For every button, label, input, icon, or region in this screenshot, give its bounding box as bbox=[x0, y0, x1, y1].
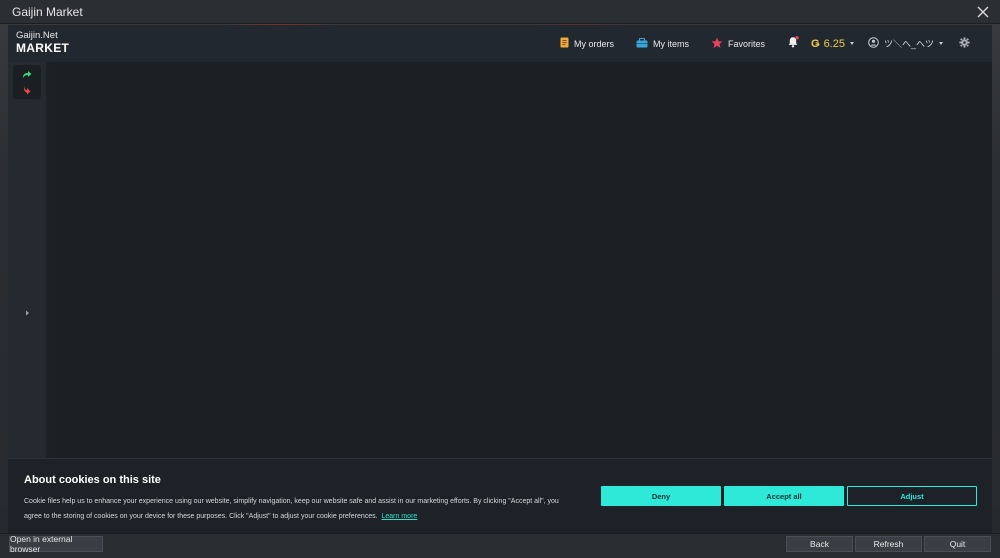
main-content bbox=[56, 62, 992, 462]
star-icon bbox=[711, 37, 728, 51]
market-frame: Gaijin.Net MARKET My orders My items Fav… bbox=[8, 25, 992, 533]
open-external-browser-button[interactable]: Open in external browser bbox=[9, 534, 103, 554]
deny-button[interactable]: Deny bbox=[601, 486, 721, 506]
accept-all-button[interactable]: Accept all bbox=[724, 486, 844, 506]
logo-line1: Gaijin.Net bbox=[16, 30, 58, 41]
arrow-up-icon[interactable] bbox=[22, 70, 32, 79]
chevron-down-icon bbox=[849, 42, 854, 45]
buy-sell-toggle[interactable] bbox=[13, 65, 41, 99]
close-icon[interactable] bbox=[974, 3, 992, 21]
balance-dropdown[interactable]: Ǥ 6.25 bbox=[811, 38, 854, 50]
window-title: Gaijin Market bbox=[12, 4, 83, 19]
logo-line2: MARKET bbox=[16, 40, 70, 55]
user-name: ツ＼へ_へツ bbox=[883, 39, 934, 49]
balance-amount: 6.25 bbox=[823, 37, 845, 50]
gear-icon[interactable] bbox=[959, 35, 970, 53]
bell-icon[interactable] bbox=[787, 35, 799, 53]
market-logo[interactable]: Gaijin.Net MARKET bbox=[16, 31, 69, 54]
adjust-button[interactable]: Adjust bbox=[847, 486, 977, 506]
user-dropdown[interactable]: ツ＼へ_へツ bbox=[868, 37, 943, 50]
currency-symbol: Ǥ bbox=[811, 37, 820, 50]
quit-button[interactable]: Quit bbox=[924, 536, 991, 552]
cookie-text: Cookie files help us to enhance your exp… bbox=[24, 494, 589, 524]
bottom-bar: Open in external browser Back Refresh Qu… bbox=[0, 533, 1000, 558]
cookie-title: About cookies on this site bbox=[24, 474, 161, 486]
nav-my-orders-label: My orders bbox=[573, 38, 614, 49]
learn-more-link[interactable]: Learn more bbox=[382, 513, 418, 520]
arrow-down-icon[interactable] bbox=[22, 85, 32, 95]
nav-favorites-label: Favorites bbox=[727, 38, 765, 49]
nav-my-orders[interactable]: My orders bbox=[560, 37, 614, 50]
header-nav: My orders My items Favorites Ǥ 6.25 ツ＼へ_… bbox=[560, 25, 992, 62]
chevron-down-icon bbox=[939, 42, 943, 45]
user-icon bbox=[868, 37, 884, 50]
nav-my-items[interactable]: My items bbox=[636, 37, 689, 50]
refresh-button[interactable]: Refresh bbox=[855, 536, 922, 552]
nav-favorites[interactable]: Favorites bbox=[711, 37, 765, 51]
items-icon bbox=[636, 37, 653, 50]
orders-icon bbox=[560, 37, 574, 50]
chevron-right-icon[interactable] bbox=[25, 303, 30, 321]
market-header: Gaijin.Net MARKET My orders My items Fav… bbox=[8, 25, 992, 62]
nav-my-items-label: My items bbox=[652, 38, 689, 49]
cookie-text-line2: agree to the storing of cookies on your … bbox=[24, 513, 378, 520]
back-button[interactable]: Back bbox=[786, 536, 853, 552]
title-bar: Gaijin Market bbox=[0, 0, 1000, 24]
cookie-banner: About cookies on this site Cookie files … bbox=[8, 458, 992, 533]
cookie-text-line1: Cookie files help us to enhance your exp… bbox=[24, 498, 559, 505]
app-window: Gaijin Market Gaijin.Net MARKET My order… bbox=[0, 0, 1000, 558]
